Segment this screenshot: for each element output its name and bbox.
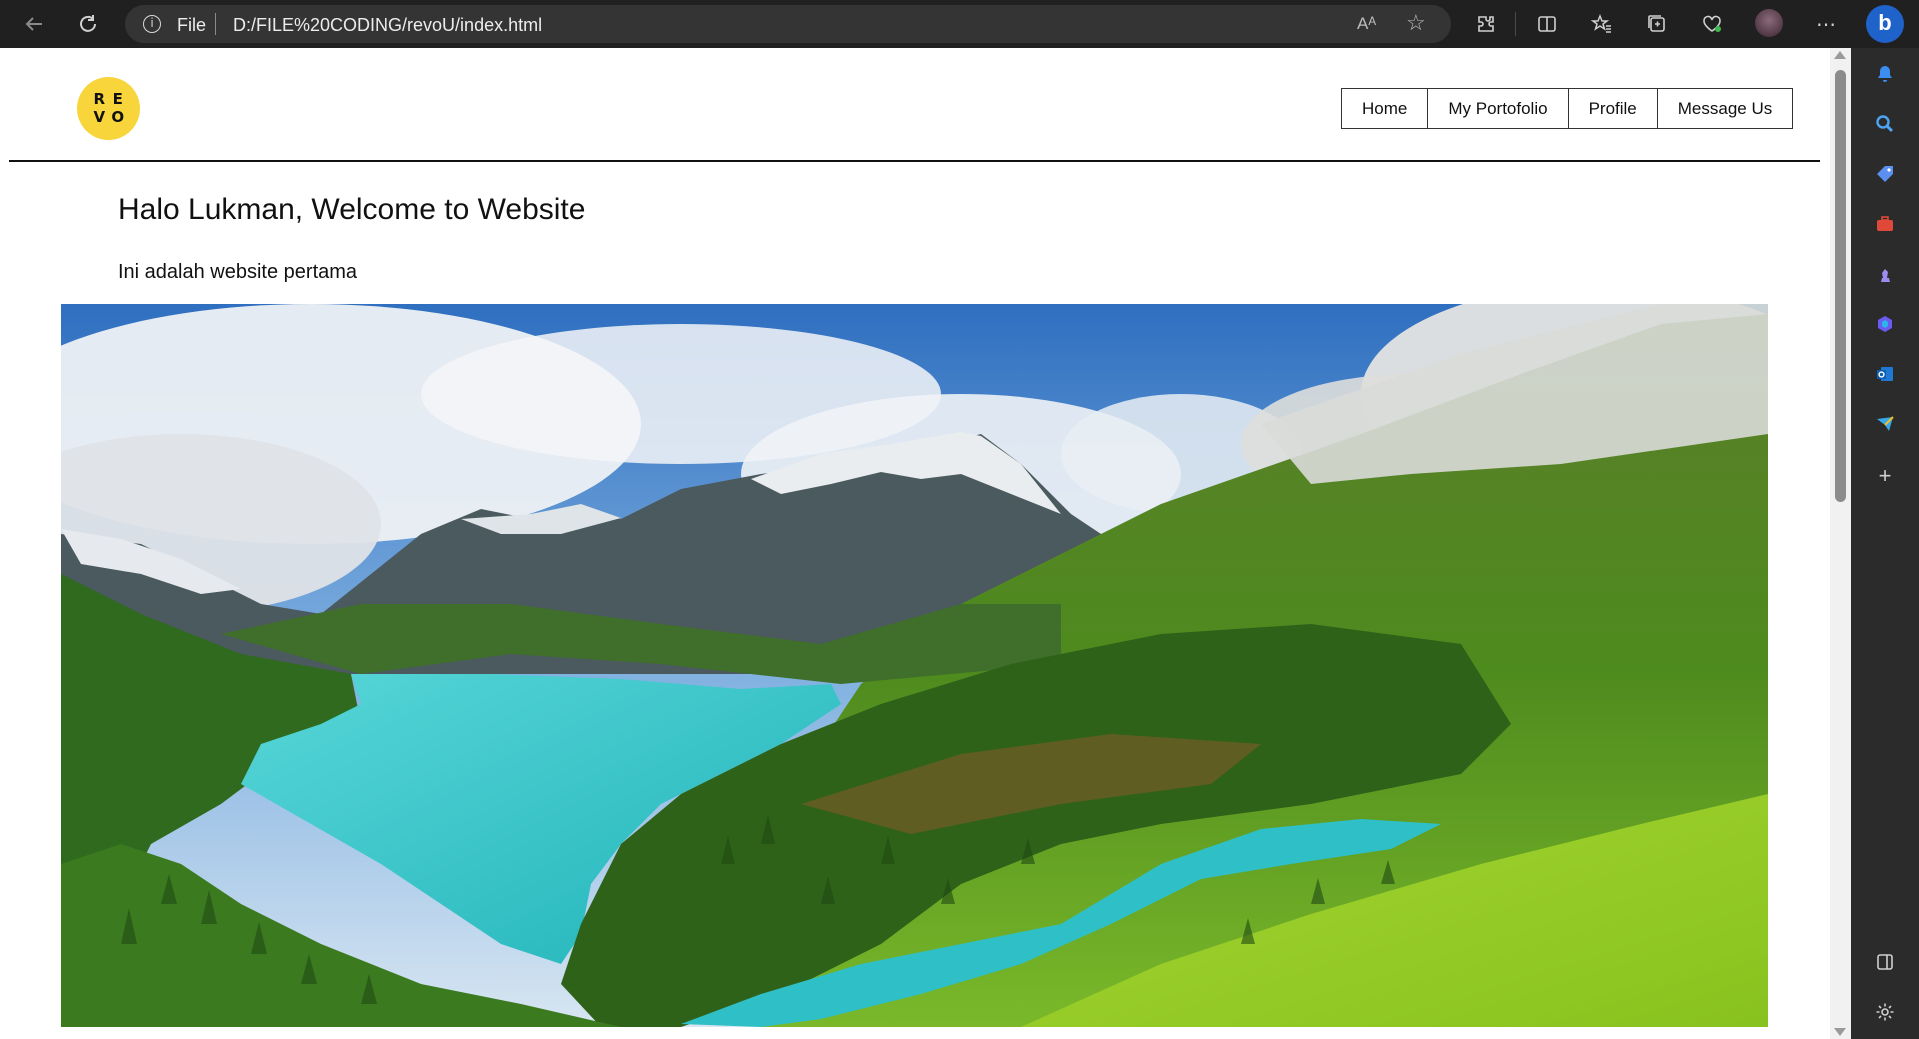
more-options-icon[interactable]: ⋯ xyxy=(1812,10,1840,38)
sidebar-toggle-icon[interactable] xyxy=(1871,948,1899,976)
notification-bell-icon[interactable] xyxy=(1871,60,1899,88)
edge-sidebar: + xyxy=(1851,48,1919,1039)
games-chess-icon[interactable] xyxy=(1871,260,1899,288)
scroll-down-arrow-icon[interactable] xyxy=(1834,1028,1846,1036)
shopping-tag-icon[interactable] xyxy=(1871,160,1899,188)
collections-icon[interactable] xyxy=(1643,10,1671,38)
add-sidebar-app-icon[interactable]: + xyxy=(1871,462,1899,490)
split-screen-icon[interactable] xyxy=(1533,10,1561,38)
page-heading: Halo Lukman, Welcome to Website xyxy=(118,193,586,226)
outlook-icon[interactable] xyxy=(1871,360,1899,388)
bing-copilot-icon[interactable]: b xyxy=(1866,5,1904,43)
toolbar-separator xyxy=(1515,12,1516,36)
logo-letter: O xyxy=(111,107,125,126)
logo-letter: R xyxy=(93,90,106,108)
profile-avatar[interactable] xyxy=(1755,9,1783,37)
site-info-icon[interactable]: i xyxy=(143,15,161,33)
extensions-puzzle-icon[interactable] xyxy=(1472,10,1500,38)
back-arrow-icon[interactable] xyxy=(20,10,48,38)
scroll-up-arrow-icon[interactable] xyxy=(1834,51,1846,59)
revo-logo[interactable]: R E V O xyxy=(77,77,140,140)
browser-essentials-heart-icon[interactable] xyxy=(1698,10,1726,38)
address-separator xyxy=(215,13,216,35)
tools-briefcase-icon[interactable] xyxy=(1871,210,1899,238)
nav-message-us[interactable]: Message Us xyxy=(1656,88,1794,129)
favorites-icon[interactable] xyxy=(1588,10,1616,38)
url-text[interactable]: D:/FILE%20CODING/revoU/index.html xyxy=(233,15,542,36)
copilot-icon[interactable] xyxy=(1871,310,1899,338)
address-bar[interactable]: i File D:/FILE%20CODING/revoU/index.html… xyxy=(125,5,1451,43)
browser-toolbar: i File D:/FILE%20CODING/revoU/index.html… xyxy=(0,0,1919,48)
header-divider xyxy=(9,160,1820,162)
read-aloud-icon[interactable]: Aᴬ xyxy=(1357,14,1376,34)
web-page: R E V O Home My Portofolio Profile Messa… xyxy=(0,48,1830,1039)
main-nav: Home My Portofolio Profile Message Us xyxy=(1341,88,1794,129)
settings-gear-icon[interactable] xyxy=(1871,998,1899,1026)
scroll-thumb[interactable] xyxy=(1835,70,1846,502)
logo-letter: V xyxy=(93,107,106,126)
drop-send-icon[interactable] xyxy=(1871,410,1899,438)
page-paragraph: Ini adalah website pertama xyxy=(118,261,358,283)
page-scrollbar[interactable] xyxy=(1830,48,1851,1039)
scheme-label: File xyxy=(177,15,207,35)
hero-landscape-image xyxy=(61,304,1768,1027)
nav-profile[interactable]: Profile xyxy=(1567,88,1658,129)
search-icon[interactable] xyxy=(1871,110,1899,138)
favorite-star-icon[interactable]: ☆ xyxy=(1406,10,1426,36)
nav-my-portofolio[interactable]: My Portofolio xyxy=(1427,88,1569,129)
nav-home[interactable]: Home xyxy=(1341,88,1429,129)
refresh-icon[interactable] xyxy=(74,10,102,38)
logo-letter: E xyxy=(112,90,123,108)
